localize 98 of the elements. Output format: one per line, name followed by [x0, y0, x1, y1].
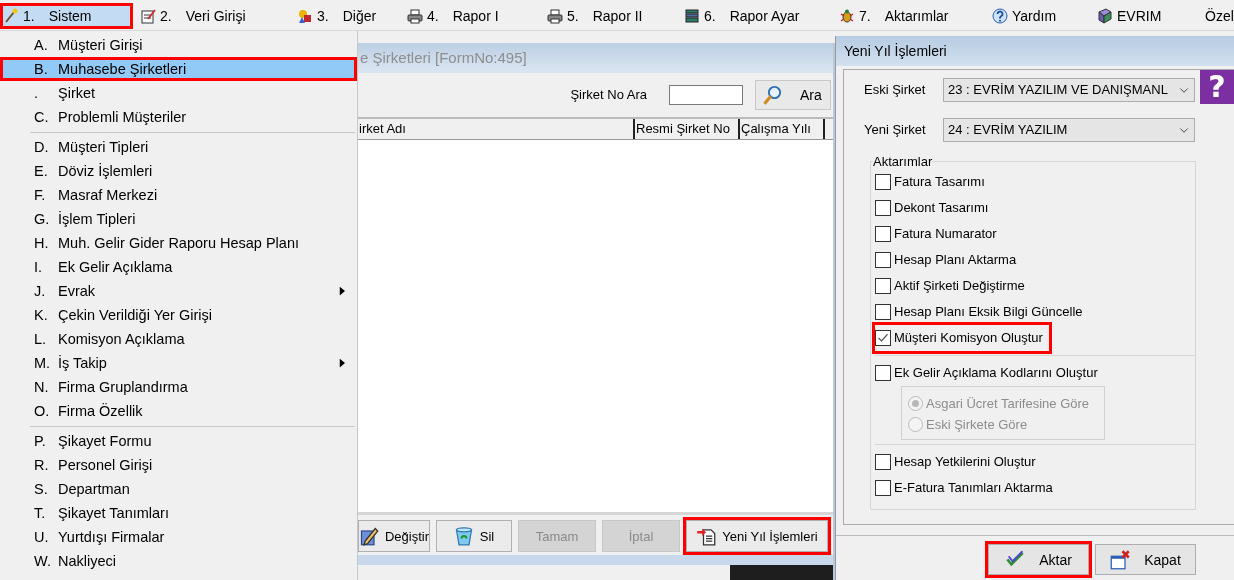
checkbox[interactable]: [875, 479, 891, 496]
menu-item[interactable]: S. Departman: [0, 476, 357, 501]
menu-item[interactable]: R. Personel Girişi: [0, 452, 357, 477]
checkbox-row[interactable]: Hesap Yetkilerini Oluştur: [875, 448, 1042, 475]
menu-bar-item[interactable]: 5. Rapor II: [544, 3, 681, 30]
search-label: Şirket No Ara: [570, 87, 647, 103]
shapes-icon: [297, 8, 313, 25]
radio-label: Eski Şirkete Göre: [926, 416, 1028, 432]
window-close-icon: [1110, 549, 1131, 570]
book-icon: [1097, 8, 1113, 25]
menu-bar-item[interactable]: EVRIM: [1094, 3, 1202, 30]
column-header: Çalışma Yılı: [740, 118, 825, 139]
field-label: Eski Şirket: [864, 82, 927, 98]
menu-item[interactable]: C. Problemli Müşteriler: [0, 104, 357, 129]
recycle-bin-icon: [453, 526, 474, 546]
menu-item[interactable]: G. İşlem Tipleri: [0, 206, 357, 231]
dialog-button[interactable]: Aktar: [988, 544, 1089, 575]
menu-item[interactable]: . Şirket: [0, 80, 357, 105]
checkbox-label: Fatura Numarator: [894, 226, 997, 242]
help-icon: [992, 8, 1008, 25]
column-header: Resmi Şirket No: [635, 118, 740, 139]
menu-item[interactable]: H. Muh. Gelir Gider Raporu Hesap Planı: [0, 230, 357, 255]
checkbox-label: Dekont Tasarımı: [894, 200, 989, 216]
checkbox[interactable]: [875, 329, 891, 346]
menu-bar-item[interactable]: Özel: [1202, 3, 1234, 30]
menu-bar-item[interactable]: 2. Veri Girişi: [137, 3, 294, 30]
menu-bar-item[interactable]: 4. Rapor I: [404, 3, 544, 30]
checkbox[interactable]: [875, 303, 891, 320]
notepad-icon: [140, 8, 156, 25]
company-dropdown[interactable]: 24 : EVRİM YAZILIM: [943, 117, 1195, 142]
menu-item[interactable]: E. Döviz İşlemleri: [0, 158, 357, 183]
printer-icon: [407, 8, 423, 25]
menu-item[interactable]: N. Firma Gruplandırma: [0, 374, 357, 399]
menu-item[interactable]: F. Masraf Merkezi: [0, 182, 357, 207]
menu-item[interactable]: P. Şikayet Formu: [0, 428, 357, 453]
checkbox-row[interactable]: E-Fatura Tanımları Aktarma: [875, 474, 1059, 501]
menu-bar-item[interactable]: 6. Rapor Ayar: [681, 3, 836, 30]
field-label: Yeni Şirket: [864, 122, 927, 138]
checkbox-label: Müşteri Komisyon Oluştur: [894, 330, 1043, 346]
action-button[interactable]: Değiştir: [358, 520, 430, 552]
menu-item[interactable]: I. Ek Gelir Açıklama: [0, 254, 357, 279]
help-button[interactable]: ?: [1200, 69, 1234, 104]
window-title: e Şirketleri [FormNo:495]: [358, 42, 833, 73]
menu-item[interactable]: W. Nakliyeci: [0, 548, 357, 573]
menu-item[interactable]: L. Komisyon Açıklama: [0, 326, 357, 351]
checkbox[interactable]: [875, 173, 891, 190]
checkbox-label: Ek Gelir Açıklama Kodlarını Oluştur: [894, 365, 1098, 381]
check-mark-icon: [877, 331, 889, 344]
checkbox-label: Aktif Şirketi Değiştirme: [894, 278, 1025, 294]
dialog-title: Yeni Yıl İşlemleri: [836, 35, 1234, 66]
search-button[interactable]: Ara: [755, 79, 831, 110]
checkbox-row[interactable]: Ek Gelir Açıklama Kodlarını Oluştur: [875, 359, 1104, 386]
action-button[interactable]: Yeni Yıl İşlemleri: [686, 520, 828, 552]
checkbox-label: E-Fatura Tanımları Aktarma: [894, 480, 1053, 496]
checkbox-row[interactable]: Fatura Numarator: [875, 220, 1003, 247]
menu-item[interactable]: M. İş Takip: [0, 350, 357, 375]
checkbox-label: Hesap Planı Eksik Bilgi Güncelle: [894, 304, 1083, 320]
checkbox[interactable]: [875, 277, 891, 294]
action-button[interactable]: Sil: [436, 520, 512, 552]
menu-bar-item[interactable]: 7. Aktarımlar: [836, 3, 989, 30]
search-field[interactable]: [669, 84, 743, 105]
checkbox-row[interactable]: Müşteri Komisyon Oluştur: [875, 324, 1049, 351]
radio-label: Asgari Ücret Tarifesine Göre: [926, 395, 1090, 411]
menu-item[interactable]: U. Yurtdışı Firmalar: [0, 524, 357, 549]
checkbox-label: Hesap Planı Aktarma: [894, 252, 1017, 268]
menu-item[interactable]: K. Çekin Verildiği Yer Girişi: [0, 302, 357, 327]
checkbox[interactable]: [875, 364, 891, 381]
menu-item[interactable]: O. Firma Özellik: [0, 398, 357, 423]
dialog-button[interactable]: Kapat: [1095, 544, 1196, 575]
document-arrow-icon: [696, 526, 717, 546]
menu-item[interactable]: D. Müşteri Tipleri: [0, 134, 357, 159]
checkbox-row[interactable]: Aktif Şirketi Değiştirme: [875, 272, 1031, 299]
menu-item[interactable]: B. Muhasebe Şirketleri: [0, 56, 357, 81]
menu-item[interactable]: J. Evrak: [0, 278, 357, 303]
checkbox-label: Fatura Tasarımı: [894, 174, 985, 190]
checkbox[interactable]: [875, 225, 891, 242]
menu-item[interactable]: T. Şikayet Tanımları: [0, 500, 357, 525]
checkbox-label: Hesap Yetkilerini Oluştur: [894, 454, 1036, 470]
checkbox-row[interactable]: Hesap Planı Eksik Bilgi Güncelle: [875, 298, 1089, 325]
search-icon: [762, 84, 782, 105]
printer-icon: [547, 8, 563, 25]
menu-bar-item[interactable]: 3. Diğer: [294, 3, 404, 30]
checkbox[interactable]: [875, 453, 891, 470]
checkbox-row[interactable]: Dekont Tasarımı: [875, 194, 995, 221]
bug-icon: [839, 8, 855, 25]
company-dropdown[interactable]: 23 : EVRİM YAZILIM VE DANIŞMANL: [943, 77, 1195, 102]
checkbox-row[interactable]: Fatura Tasarımı: [875, 168, 991, 195]
menu-bar-item[interactable]: Yardım: [989, 3, 1094, 30]
checkbox-row[interactable]: Hesap Planı Aktarma: [875, 246, 1023, 273]
column-header: irket Adı: [358, 118, 635, 139]
group-title: Aktarımlar: [873, 153, 933, 169]
books-icon: [684, 8, 700, 25]
wand-icon: [3, 8, 19, 25]
checkbox[interactable]: [875, 199, 891, 216]
pencil-icon: [358, 526, 379, 546]
menu-bar-item[interactable]: 1. Sistem: [0, 3, 133, 30]
menu-item[interactable]: A. Müşteri Girişi: [0, 32, 357, 57]
checkbox[interactable]: [875, 251, 891, 268]
